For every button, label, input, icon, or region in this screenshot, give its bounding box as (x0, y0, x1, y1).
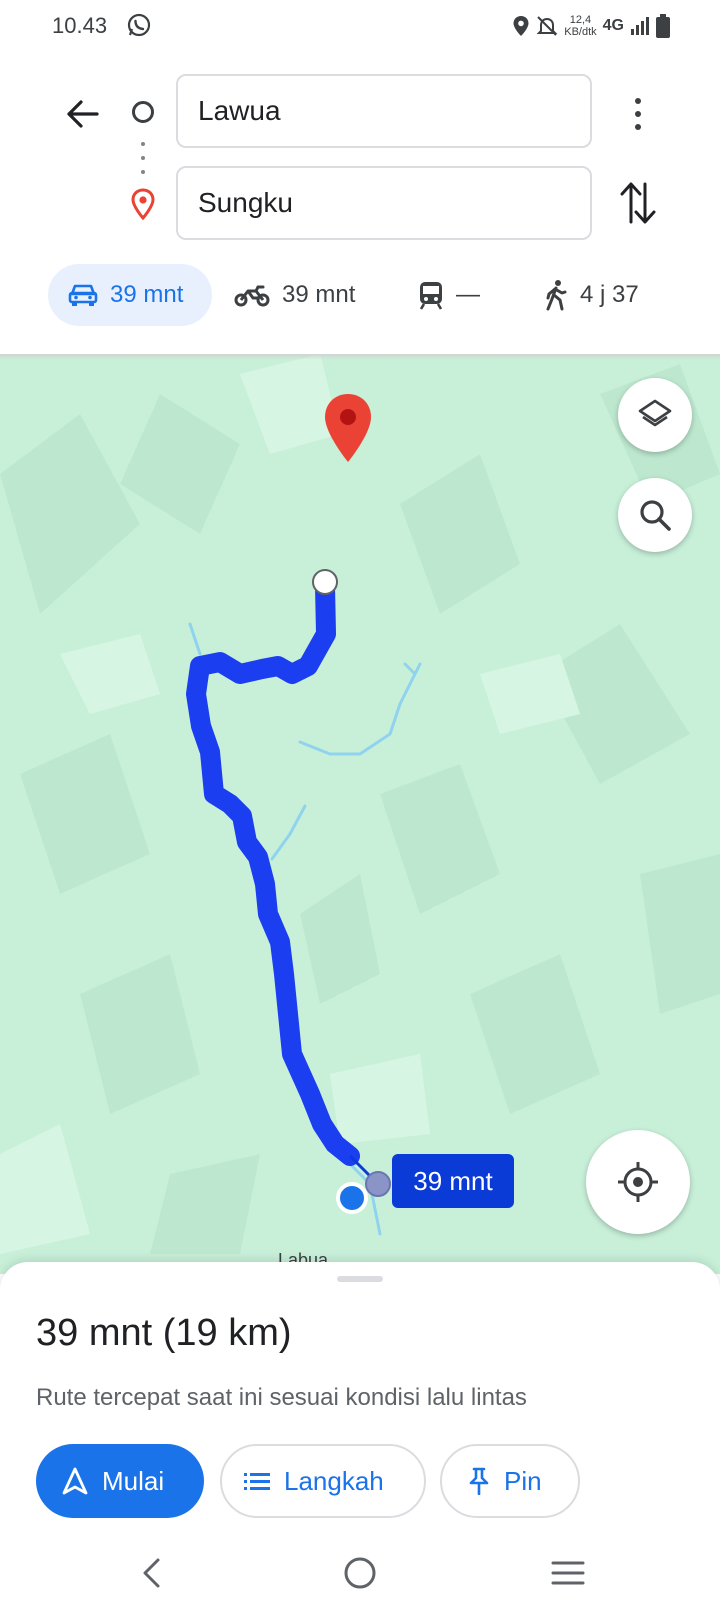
nav-recents-button[interactable] (538, 1548, 598, 1598)
chevron-left-icon (143, 1558, 160, 1588)
mode-walk-label: 4 j 37 (580, 281, 639, 308)
route-subtitle: Rute tercepat saat ini sesuai kondisi la… (36, 1384, 527, 1411)
status-icons: 12,4 KB/dtk 4G (512, 10, 670, 42)
whatsapp-icon (127, 13, 151, 37)
mode-motorcycle[interactable]: 39 mnt (234, 264, 355, 326)
my-location-button[interactable] (586, 1130, 690, 1234)
start-button[interactable]: Mulai (36, 1444, 204, 1518)
home-circle-icon (344, 1557, 376, 1589)
mode-walk[interactable]: 4 j 37 (544, 264, 639, 326)
navigation-icon (62, 1467, 88, 1495)
screen: 10.43 12,4 KB/dtk 4G Lawua Sungku 39 mnt… (0, 0, 720, 1612)
mode-transit-label: — (456, 281, 480, 308)
system-navigation-bar (0, 1536, 720, 1612)
route-end-dot (312, 569, 338, 595)
current-location-dot (336, 1182, 368, 1214)
drag-handle[interactable] (337, 1276, 383, 1282)
train-icon (419, 282, 443, 310)
header-shadow (0, 354, 720, 360)
route-connector-dots (141, 142, 145, 174)
pushpin-icon (469, 1467, 489, 1495)
mode-car-label: 39 mnt (110, 281, 184, 308)
signal-icon (631, 17, 649, 35)
list-icon (244, 1473, 270, 1490)
layers-button[interactable] (618, 378, 692, 452)
mode-transit[interactable]: — (418, 264, 480, 326)
status-bar: 10.43 12,4 KB/dtk 4G (0, 0, 720, 54)
origin-circle-icon (132, 101, 154, 123)
battery-icon (656, 14, 670, 38)
more-options-button[interactable] (618, 90, 658, 138)
destination-map-pin-icon[interactable] (322, 392, 374, 464)
origin-marker (365, 1171, 391, 1197)
back-button[interactable] (58, 90, 106, 138)
route-summary: 39 mnt (19 km) (36, 1312, 292, 1354)
location-icon (513, 16, 529, 36)
nav-back-button[interactable] (122, 1548, 182, 1598)
steps-button[interactable]: Langkah (220, 1444, 426, 1518)
swap-icon[interactable] (618, 178, 658, 228)
menu-lines-icon (551, 1561, 585, 1585)
walk-icon (546, 280, 567, 311)
mode-motorcycle-label: 39 mnt (282, 281, 356, 308)
network-type: 4G (602, 17, 624, 34)
layers-icon (638, 399, 672, 427)
destination-input[interactable]: Sungku (176, 166, 592, 240)
pin-button[interactable]: Pin (440, 1444, 580, 1518)
map-view[interactable]: 39 mnt Labua (0, 354, 720, 1274)
search-icon (640, 500, 671, 531)
route-duration-tag[interactable]: 39 mnt (392, 1154, 514, 1208)
origin-input[interactable]: Lawua (176, 74, 592, 148)
my-location-icon (618, 1162, 658, 1202)
travel-modes: 39 mnt 39 mnt — 4 j 37 (48, 264, 688, 326)
data-speed-value: 12,4 (569, 14, 592, 26)
arrow-back-icon (67, 100, 99, 128)
nav-home-button[interactable] (330, 1548, 390, 1598)
data-speed: 12,4 KB/dtk (564, 14, 596, 38)
data-speed-unit: KB/dtk (564, 26, 597, 38)
motorcycle-icon (234, 285, 270, 307)
car-icon (68, 284, 98, 306)
map-search-button[interactable] (618, 478, 692, 552)
mode-car[interactable]: 39 mnt (48, 264, 212, 326)
steps-label: Langkah (284, 1465, 384, 1496)
destination-pin-icon (131, 188, 155, 220)
pin-label: Pin (504, 1465, 542, 1496)
start-label: Mulai (102, 1465, 165, 1496)
status-time: 10.43 (52, 13, 108, 38)
notifications-off-icon (536, 16, 558, 36)
directions-header: Lawua Sungku 39 mnt 39 mnt — 4 j 37 (0, 54, 720, 354)
